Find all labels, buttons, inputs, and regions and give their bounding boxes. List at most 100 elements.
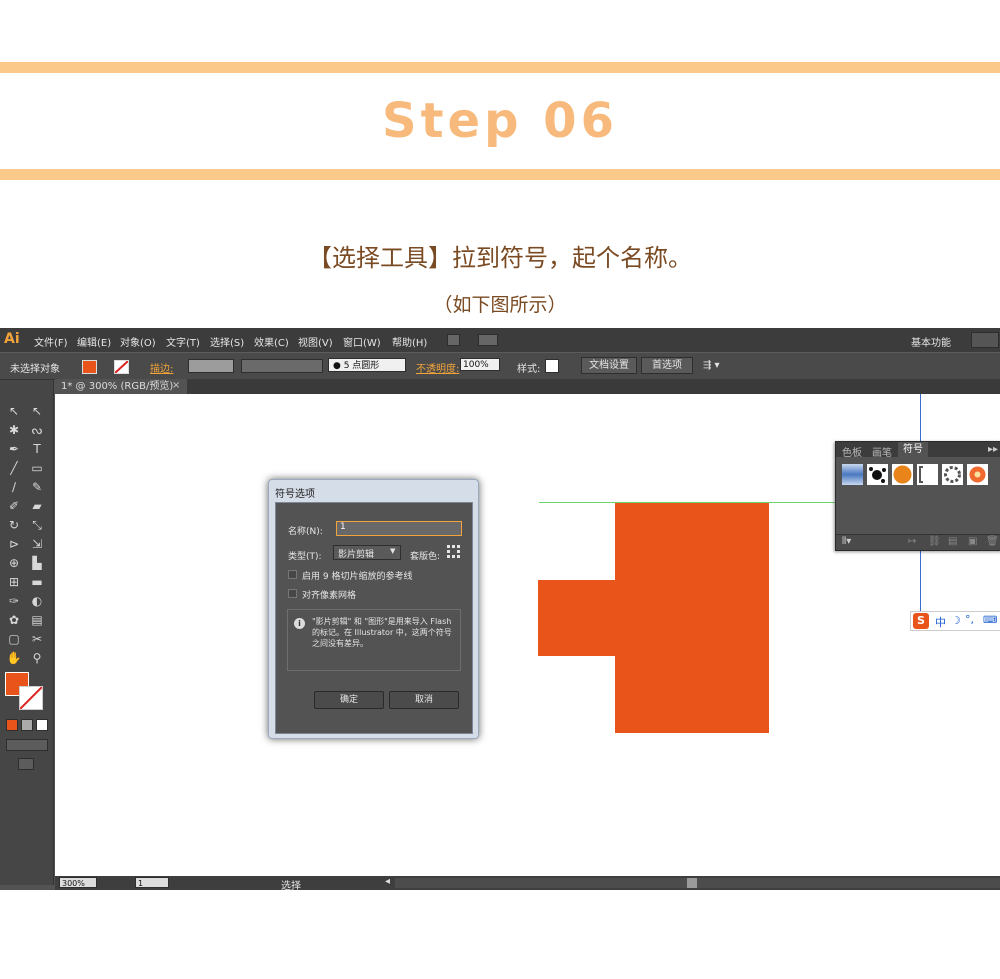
delete-symbol-icon[interactable]: 🗑 [986, 536, 999, 547]
scroll-left-icon[interactable]: ◂ [385, 876, 390, 887]
arrange-docs-icon[interactable] [478, 334, 498, 346]
artboard-icon[interactable]: ▢ [6, 632, 22, 646]
name-input[interactable]: 1 [336, 521, 462, 536]
horizontal-scrollbar[interactable] [395, 878, 1000, 888]
symbols-panel: 色板 画笔 符号 ▸▸ ⫴▾ ↦ ⛓ ▤ ▣ 🗑 [835, 441, 1000, 551]
stroke-weight-field[interactable] [188, 359, 234, 373]
opacity-field[interactable]: 100% [460, 358, 500, 371]
blend-icon[interactable]: ◐ [29, 594, 45, 608]
ime-keyboard-icon[interactable]: ⌨ [983, 615, 997, 626]
menu-effect[interactable]: 效果(C) [254, 334, 289, 349]
panel-menu-icon[interactable]: ▸▸ [988, 444, 998, 455]
close-tab-icon[interactable]: × [172, 380, 180, 391]
stroke-swatch[interactable] [114, 360, 129, 374]
brush-icon[interactable]: ∕ [6, 480, 22, 494]
blob-brush-icon[interactable]: ✐ [6, 499, 22, 513]
status-mode[interactable]: 选择 [281, 877, 301, 890]
tab-symbols[interactable]: 符号 [898, 442, 928, 457]
variable-width-field[interactable] [241, 359, 323, 373]
selection-icon[interactable]: ↖ [6, 404, 22, 418]
screen-mode-icon[interactable] [18, 758, 34, 770]
artboard-number-field[interactable]: 1 [135, 877, 169, 888]
graph-icon[interactable]: ▤ [29, 613, 45, 627]
scale-icon[interactable]: ⤡ [29, 518, 45, 532]
line-icon[interactable]: ╱ [6, 461, 22, 475]
eraser-icon[interactable]: ▰ [29, 499, 45, 513]
pixel-grid-checkbox[interactable] [288, 589, 297, 598]
lasso-icon[interactable]: ᔓ [29, 423, 45, 437]
orange-shape-tab[interactable] [538, 580, 615, 656]
ime-moon-icon[interactable]: ☽ [951, 614, 961, 627]
direct-selection-icon[interactable]: ↖ [29, 404, 45, 418]
zoom-field[interactable]: 300% [59, 877, 97, 888]
minimize-button[interactable] [971, 332, 999, 348]
document-setup-button[interactable]: 文档设置 [581, 357, 637, 374]
type-icon[interactable]: T [29, 442, 45, 456]
magic-wand-icon[interactable]: ✱ [6, 423, 22, 437]
symbol-swatch-wreath[interactable] [942, 464, 963, 485]
menu-select[interactable]: 选择(S) [210, 334, 244, 349]
tab-brushes[interactable]: 画笔 [872, 444, 892, 459]
opacity-label[interactable]: 不透明度: [416, 360, 459, 375]
zoom-icon[interactable]: ⚲ [29, 651, 45, 665]
menu-view[interactable]: 视图(V) [298, 334, 333, 349]
nine-slice-checkbox[interactable] [288, 570, 297, 579]
menu-edit[interactable]: 编辑(E) [77, 334, 111, 349]
shape-builder-icon[interactable]: ⊕ [6, 556, 22, 570]
ok-button[interactable]: 确定 [314, 691, 384, 709]
width-icon[interactable]: ⊳ [6, 537, 22, 551]
workspace-switcher[interactable]: 基本功能 [911, 334, 951, 349]
scrollbar-thumb[interactable] [687, 878, 697, 888]
hand-icon[interactable]: ✋ [6, 651, 22, 665]
style-swatch[interactable] [545, 359, 559, 373]
type-select[interactable]: 影片剪辑 ▼ [333, 545, 401, 560]
menu-object[interactable]: 对象(O) [120, 334, 156, 349]
ime-toolbar[interactable]: S 中 ☽ °, ⌨ [910, 611, 1000, 631]
app-logo: Ai [4, 331, 20, 347]
menu-type[interactable]: 文字(T) [166, 334, 200, 349]
menu-bar: Ai 文件(F) 编辑(E) 对象(O) 文字(T) 选择(S) 效果(C) 视… [0, 328, 1000, 352]
none-mode-icon[interactable] [36, 719, 48, 731]
gradient-mode-icon[interactable] [21, 719, 33, 731]
tab-swatches[interactable]: 色板 [842, 444, 862, 459]
symbol-sprayer-icon[interactable]: ✿ [6, 613, 22, 627]
menu-help[interactable]: 帮助(H) [392, 334, 427, 349]
break-link-icon[interactable]: ⛓ [928, 536, 941, 547]
symbol-swatch-splatter[interactable] [867, 464, 888, 485]
cancel-button[interactable]: 取消 [389, 691, 459, 709]
symbol-libraries-icon[interactable]: ⫴▾ [842, 536, 851, 547]
registration-grid-icon[interactable] [447, 545, 461, 559]
gradient-icon[interactable]: ▬ [29, 575, 45, 589]
panel-options-icon[interactable]: ⇶ ▾ [703, 360, 720, 371]
symbol-swatch-bracket[interactable] [917, 464, 938, 485]
symbol-swatch-orange[interactable] [892, 464, 913, 485]
eyedropper-icon[interactable]: ✑ [6, 594, 22, 608]
preferences-button[interactable]: 首选项 [641, 357, 693, 374]
draw-mode-icon[interactable] [6, 739, 48, 751]
pencil-icon[interactable]: ✎ [29, 480, 45, 494]
color-mode-icon[interactable] [6, 719, 18, 731]
ime-punct-icon[interactable]: °, [965, 613, 974, 626]
stroke-color-box[interactable] [19, 686, 43, 710]
document-tab[interactable]: 1* @ 300% (RGB/预览) [55, 379, 187, 394]
perspective-icon[interactable]: ▙ [29, 556, 45, 570]
rectangle-icon[interactable]: ▭ [29, 461, 45, 475]
symbol-swatch-blue[interactable] [842, 464, 863, 485]
ime-language[interactable]: 中 [935, 614, 946, 630]
brush-definition-field[interactable]: ● 5 点圆形 [328, 358, 406, 372]
place-symbol-icon[interactable]: ↦ [908, 536, 916, 547]
orange-shape-main[interactable] [615, 503, 769, 733]
document-tabbar: 1* @ 300% (RGB/预览) × [55, 379, 1000, 394]
mesh-icon[interactable]: ⊞ [6, 575, 22, 589]
bridge-icon[interactable] [447, 334, 460, 346]
free-transform-icon[interactable]: ⇲ [29, 537, 45, 551]
pen-icon[interactable]: ✒ [6, 442, 22, 456]
symbol-options-icon[interactable]: ▤ [948, 536, 957, 547]
menu-window[interactable]: 窗口(W) [343, 334, 381, 349]
slice-icon[interactable]: ✂ [29, 632, 45, 646]
menu-file[interactable]: 文件(F) [34, 334, 68, 349]
fill-swatch[interactable] [82, 360, 97, 374]
symbol-swatch-flower[interactable] [967, 464, 988, 485]
new-symbol-icon[interactable]: ▣ [968, 536, 977, 547]
rotate-icon[interactable]: ↻ [6, 518, 22, 532]
